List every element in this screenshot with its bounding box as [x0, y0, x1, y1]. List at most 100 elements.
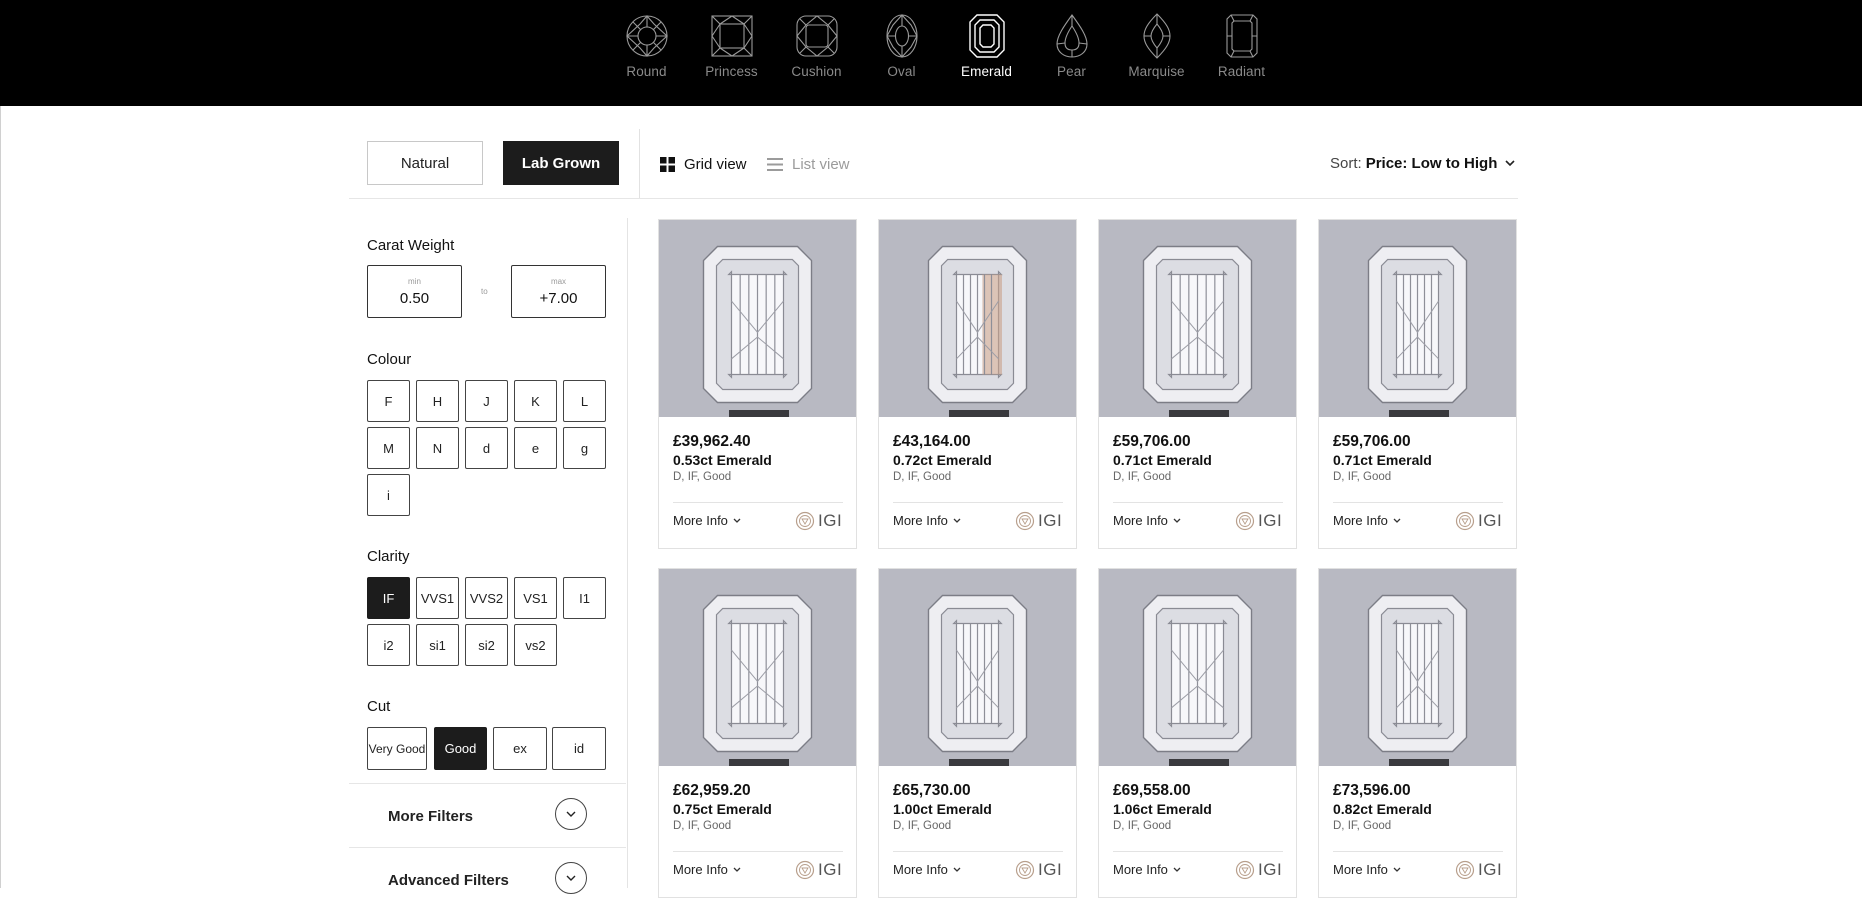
card-divider: [673, 502, 843, 503]
clarity-chip-si1[interactable]: si1: [416, 624, 459, 666]
cut-title: Cut: [367, 698, 391, 715]
chevron-down-icon: [733, 518, 741, 524]
colour-chip-m[interactable]: M: [367, 427, 410, 469]
diamond-photo-graphic: [659, 220, 856, 417]
product-title: 1.00ct Emerald: [893, 801, 992, 817]
more-filters-rule: [349, 783, 626, 784]
colour-chip-e[interactable]: e: [514, 427, 557, 469]
more-info-toggle[interactable]: More Info: [673, 862, 741, 877]
more-info-toggle[interactable]: More Info: [1113, 862, 1181, 877]
advanced-filters-toggle[interactable]: Advanced Filters: [388, 872, 509, 889]
colour-chip-n[interactable]: N: [416, 427, 459, 469]
cut-chip-good[interactable]: Good: [434, 727, 487, 770]
radiant-diamond-icon: [1225, 14, 1258, 58]
clarity-chip-vvs1[interactable]: VVS1: [416, 577, 459, 619]
clarity-chip-vvs2[interactable]: VVS2: [465, 577, 508, 619]
colour-chip-l[interactable]: L: [563, 380, 606, 422]
grid-view-button[interactable]: Grid view: [660, 154, 747, 174]
colour-chip-j[interactable]: J: [465, 380, 508, 422]
product-card[interactable]: £39,962.40 0.53ct Emerald D, IF, Good Mo…: [658, 219, 857, 549]
sort-dropdown[interactable]: Sort: Price: Low to High: [1330, 155, 1515, 172]
shape-label-marquise: Marquise: [1128, 64, 1185, 79]
product-photo[interactable]: [879, 220, 1076, 417]
clarity-chip-vs1[interactable]: VS1: [514, 577, 557, 619]
list-view-button[interactable]: List view: [767, 154, 850, 174]
card-divider: [893, 502, 1063, 503]
product-card[interactable]: £59,706.00 0.71ct Emerald D, IF, Good Mo…: [1098, 219, 1297, 549]
igi-certificate-badge: IGI: [1015, 511, 1062, 531]
shape-option-emerald[interactable]: Emerald: [944, 12, 1029, 92]
list-view-label: List view: [792, 155, 850, 173]
product-photo[interactable]: [879, 569, 1076, 766]
card-divider: [893, 851, 1063, 852]
lab-grown-type-button[interactable]: Lab Grown: [503, 141, 619, 185]
product-title: 0.82ct Emerald: [1333, 801, 1432, 817]
more-info-toggle[interactable]: More Info: [673, 513, 741, 528]
cut-chip-ex[interactable]: ex: [493, 727, 547, 770]
more-filters-toggle[interactable]: More Filters: [388, 808, 473, 825]
product-photo[interactable]: [659, 220, 856, 417]
more-info-toggle[interactable]: More Info: [893, 862, 961, 877]
product-card[interactable]: £43,164.00 0.72ct Emerald D, IF, Good Mo…: [878, 219, 1077, 549]
product-card[interactable]: £62,959.20 0.75ct Emerald D, IF, Good Mo…: [658, 568, 857, 898]
product-price: £59,706.00: [1333, 433, 1411, 450]
product-specs: D, IF, Good: [1333, 820, 1392, 832]
colour-chip-g[interactable]: g: [563, 427, 606, 469]
round-diamond-icon: [625, 15, 668, 57]
igi-seal-icon: [1015, 860, 1035, 880]
product-card[interactable]: £73,596.00 0.82ct Emerald D, IF, Good Mo…: [1318, 568, 1517, 898]
card-divider: [1113, 502, 1283, 503]
colour-chip-h[interactable]: H: [416, 380, 459, 422]
product-photo[interactable]: [1319, 569, 1516, 766]
colour-chip-d[interactable]: d: [465, 427, 508, 469]
certificate-label: IGI: [818, 511, 843, 530]
shape-option-princess[interactable]: Princess: [689, 12, 774, 92]
product-title: 1.06ct Emerald: [1113, 801, 1212, 817]
list-icon: [767, 157, 783, 172]
more-info-toggle[interactable]: More Info: [1113, 513, 1181, 528]
shape-option-marquise[interactable]: Marquise: [1114, 12, 1199, 92]
cut-chip-id[interactable]: id: [552, 727, 606, 770]
product-price: £65,730.00: [893, 782, 971, 799]
product-card[interactable]: £65,730.00 1.00ct Emerald D, IF, Good Mo…: [878, 568, 1077, 898]
clarity-chip-si2[interactable]: si2: [465, 624, 508, 666]
product-title: 0.72ct Emerald: [893, 452, 992, 468]
certificate-label: IGI: [818, 860, 843, 879]
colour-chip-k[interactable]: K: [514, 380, 557, 422]
more-filters-expand-button[interactable]: [555, 798, 587, 830]
carat-max-field[interactable]: max +7.00: [511, 265, 606, 318]
colour-chip-f[interactable]: F: [367, 380, 410, 422]
advanced-filters-expand-button[interactable]: [555, 862, 587, 894]
more-info-toggle[interactable]: More Info: [893, 513, 961, 528]
product-photo[interactable]: [1099, 569, 1296, 766]
clarity-chip-if[interactable]: IF: [367, 577, 410, 619]
clarity-chip-i1[interactable]: I1: [563, 577, 606, 619]
product-photo[interactable]: [1319, 220, 1516, 417]
product-specs: D, IF, Good: [893, 471, 952, 483]
clarity-chip-i2[interactable]: i2: [367, 624, 410, 666]
shape-label-emerald: Emerald: [961, 64, 1012, 79]
toolbar-bottom-rule: [349, 198, 1518, 199]
shape-option-radiant[interactable]: Radiant: [1199, 12, 1284, 92]
cut-chip-very-good[interactable]: Very Good: [367, 727, 427, 770]
shape-option-cushion[interactable]: Cushion: [774, 12, 859, 92]
product-card[interactable]: £59,706.00 0.71ct Emerald D, IF, Good Mo…: [1318, 219, 1517, 549]
clarity-chip-vs2[interactable]: vs2: [514, 624, 557, 666]
product-photo[interactable]: [659, 569, 856, 766]
shape-option-oval[interactable]: Oval: [859, 12, 944, 92]
colour-chip-i[interactable]: i: [367, 474, 410, 516]
igi-certificate-badge: IGI: [1015, 860, 1062, 880]
product-card[interactable]: £69,558.00 1.06ct Emerald D, IF, Good Mo…: [1098, 568, 1297, 898]
chevron-down-icon: [953, 518, 961, 524]
product-photo[interactable]: [1099, 220, 1296, 417]
product-price: £59,706.00: [1113, 433, 1191, 450]
card-divider: [1113, 851, 1283, 852]
chevron-down-icon: [1173, 518, 1181, 524]
more-info-toggle[interactable]: More Info: [1333, 513, 1401, 528]
natural-type-button[interactable]: Natural: [367, 141, 483, 185]
shape-option-pear[interactable]: Pear: [1029, 12, 1114, 92]
certificate-label: IGI: [1258, 511, 1283, 530]
more-info-toggle[interactable]: More Info: [1333, 862, 1401, 877]
shape-option-round[interactable]: Round: [604, 12, 689, 92]
carat-min-field[interactable]: min 0.50: [367, 265, 462, 318]
